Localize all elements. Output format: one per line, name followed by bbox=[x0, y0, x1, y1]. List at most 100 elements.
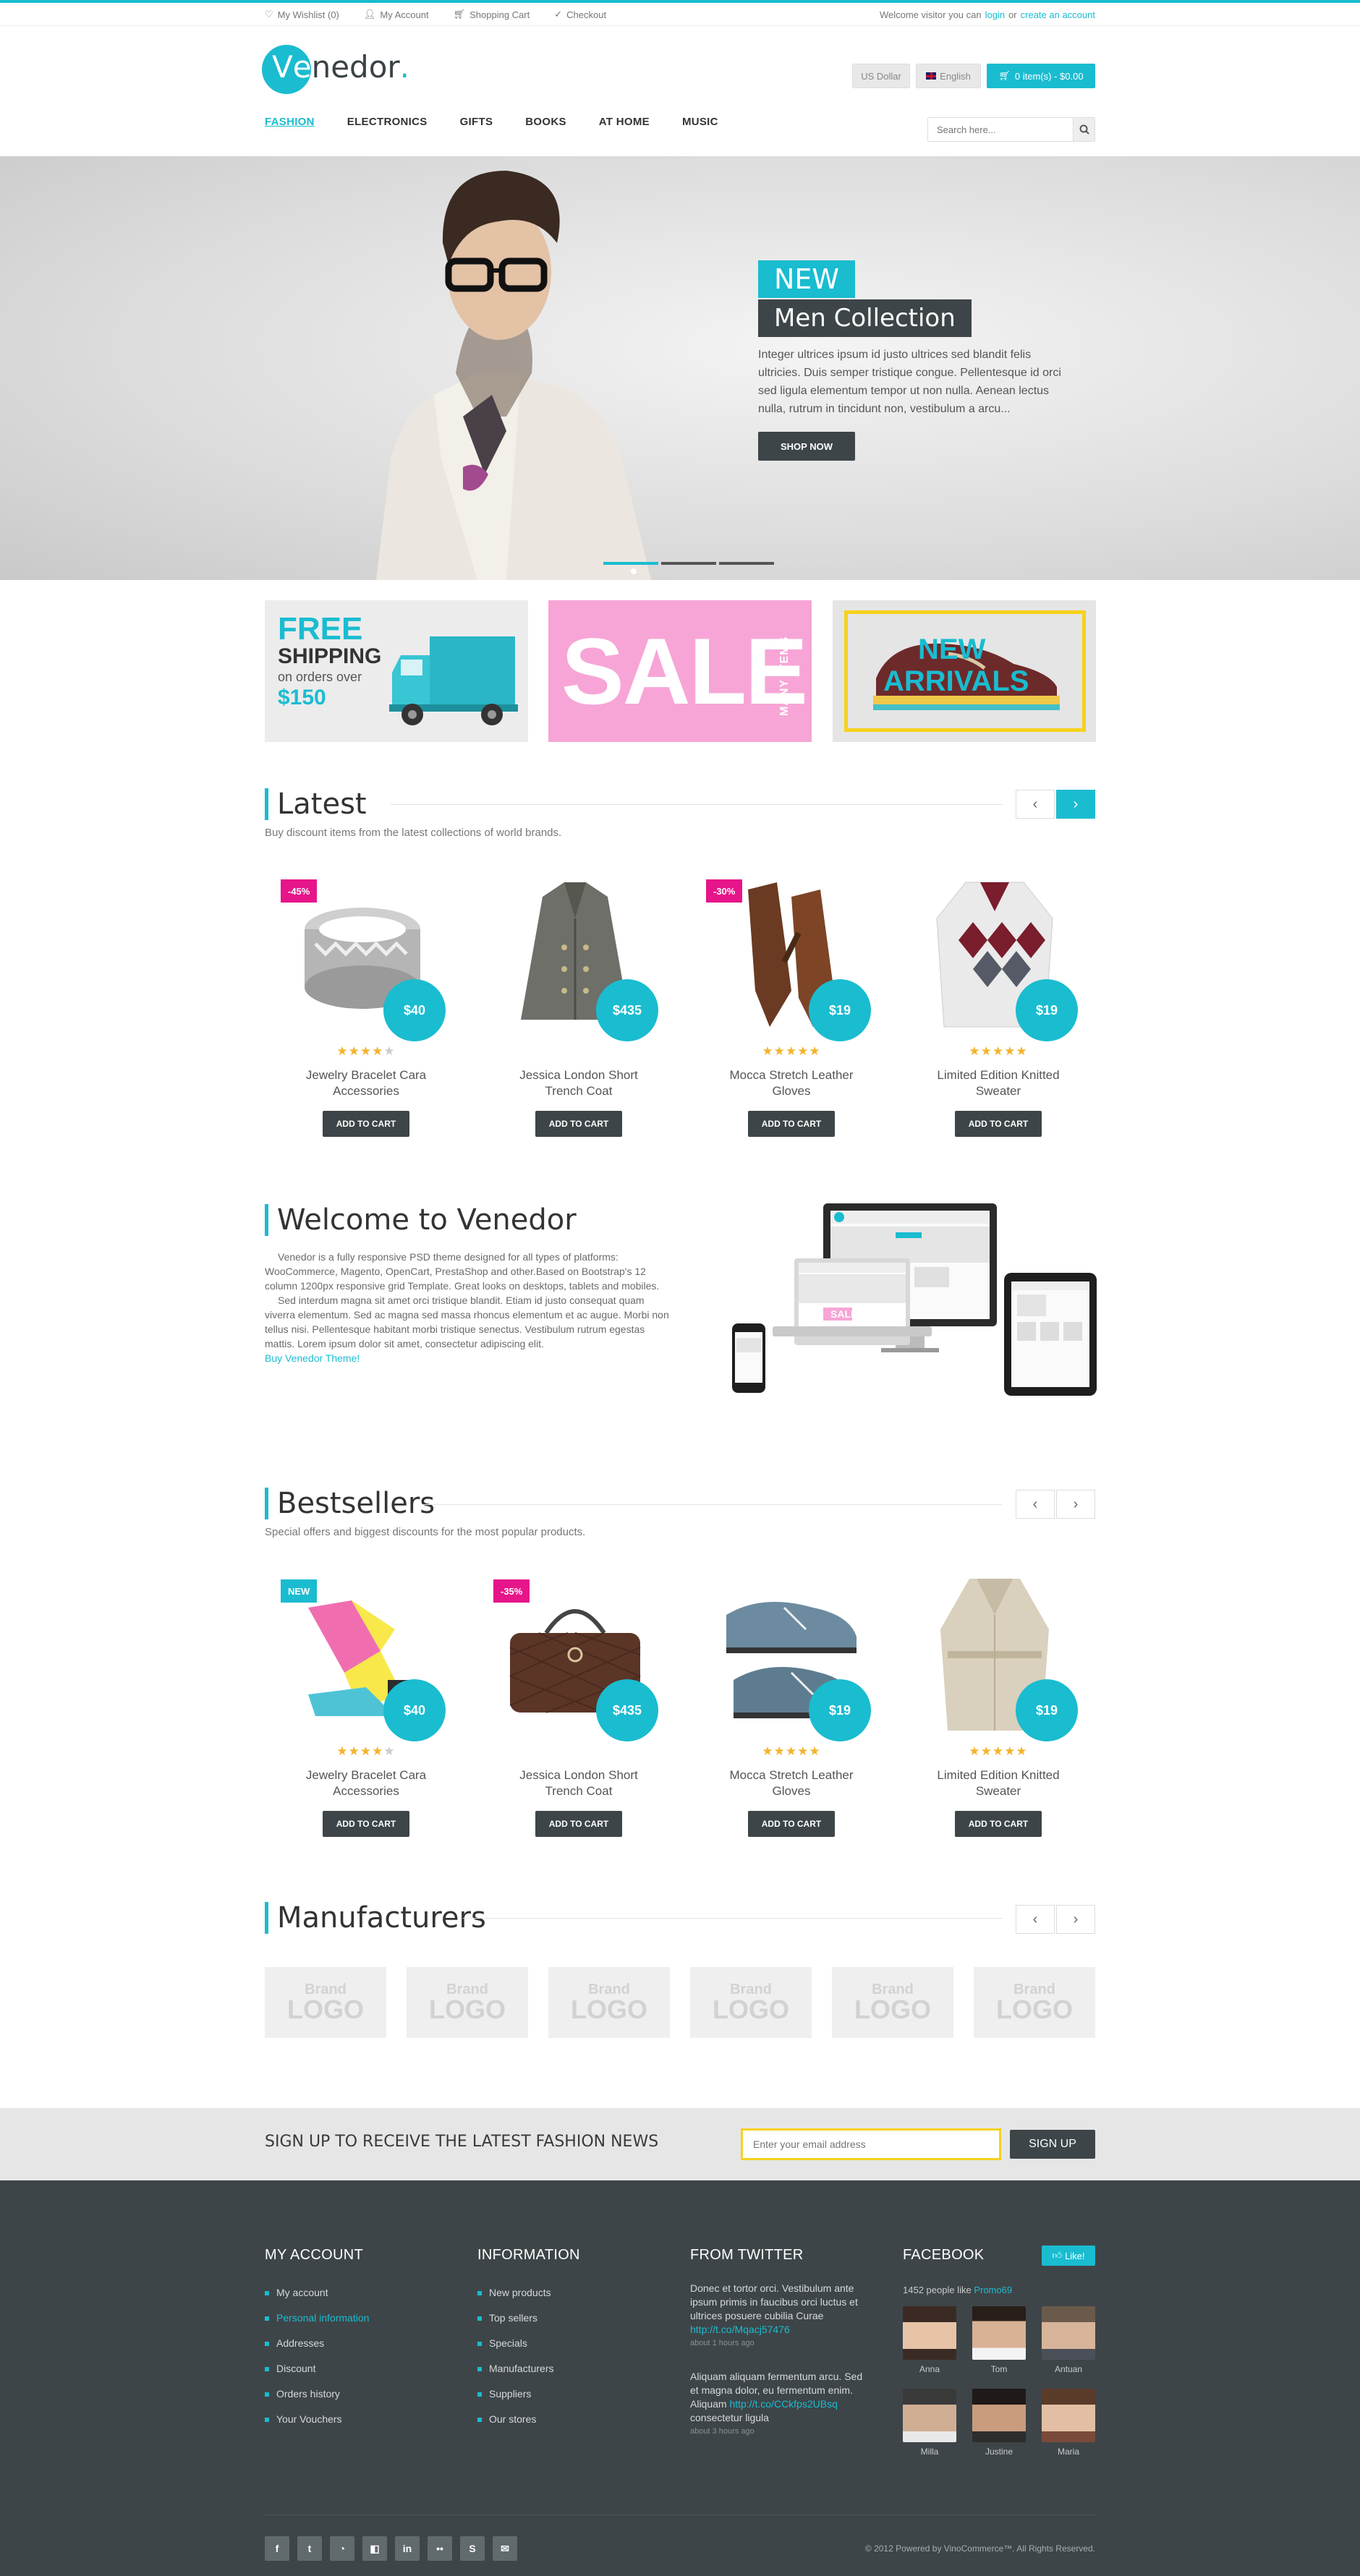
add-to-cart-button[interactable]: ADD TO CART bbox=[955, 1111, 1042, 1137]
sign-up-button[interactable]: SIGN UP bbox=[1010, 2130, 1095, 2159]
brand-logo[interactable]: Brand LOGO bbox=[832, 1967, 953, 2038]
product-name[interactable]: Limited Edition Knitted Sweater bbox=[904, 1767, 1092, 1799]
add-to-cart-button[interactable]: ADD TO CART bbox=[323, 1111, 409, 1137]
twitter-icon[interactable]: t bbox=[297, 2536, 322, 2561]
shopping-cart-link[interactable]: 🛒︎ Shopping Cart bbox=[454, 9, 530, 20]
tweet-link[interactable]: http://t.co/CCkfps2UBsq bbox=[729, 2398, 837, 2410]
facebook-like-button[interactable]: 👍︎ Like! bbox=[1042, 2246, 1095, 2266]
nav-item-fashion[interactable]: FASHION bbox=[265, 116, 315, 128]
login-link[interactable]: login bbox=[985, 9, 1005, 20]
logo-label: LOGO bbox=[854, 1995, 931, 2024]
product-card[interactable]: NEW $40 ★★★★★ Jewelry Bracelet Cara Acces… bbox=[272, 1568, 460, 1843]
brand-logo[interactable]: Brand LOGO bbox=[690, 1967, 812, 2038]
footer-link[interactable]: Suppliers bbox=[477, 2381, 553, 2407]
add-to-cart-button[interactable]: ADD TO CART bbox=[323, 1811, 409, 1837]
rss-icon[interactable]: ◔ bbox=[330, 2536, 354, 2561]
brand-logo[interactable]: Brand LOGO bbox=[548, 1967, 670, 2038]
product-name[interactable]: Mocca Stretch Leather Gloves bbox=[697, 1067, 885, 1099]
add-to-cart-button[interactable]: ADD TO CART bbox=[748, 1811, 835, 1837]
brand-logo[interactable]: Brand LOGO bbox=[265, 1967, 386, 2038]
footer-link[interactable]: Specials bbox=[477, 2331, 553, 2356]
latest-next-button[interactable]: › bbox=[1056, 790, 1095, 819]
bestsellers-next-button[interactable]: › bbox=[1056, 1490, 1095, 1519]
facebook-avatar[interactable] bbox=[972, 2306, 1026, 2360]
facebook-avatar[interactable] bbox=[972, 2389, 1026, 2442]
add-to-cart-button[interactable]: ADD TO CART bbox=[955, 1811, 1042, 1837]
newsletter-email-input[interactable] bbox=[741, 2128, 1001, 2160]
product-name[interactable]: Jewelry Bracelet Cara Accessories bbox=[272, 1767, 460, 1799]
delicious-icon[interactable]: ◧ bbox=[362, 2536, 387, 2561]
product-name[interactable]: Mocca Stretch Leather Gloves bbox=[697, 1767, 885, 1799]
product-name[interactable]: Jewelry Bracelet Cara Accessories bbox=[272, 1067, 460, 1099]
rating-stars: ★★★★★ bbox=[762, 1744, 821, 1758]
bestsellers-prev-button[interactable]: ‹ bbox=[1016, 1490, 1055, 1519]
logo[interactable]: Ve nedor. bbox=[272, 49, 409, 85]
footer-link[interactable]: Your Vouchers bbox=[265, 2407, 369, 2432]
product-card[interactable]: -35% $435 Jessica London Short Trench Coa… bbox=[485, 1568, 673, 1843]
brand-logo[interactable]: Brand LOGO bbox=[974, 1967, 1095, 2038]
footer-link[interactable]: Our stores bbox=[477, 2407, 553, 2432]
facebook-avatar[interactable] bbox=[1042, 2306, 1095, 2360]
mail-icon[interactable]: ✉ bbox=[493, 2536, 517, 2561]
search-icon bbox=[1079, 124, 1089, 135]
facebook-avatar[interactable] bbox=[1042, 2389, 1095, 2442]
footer-link[interactable]: Discount bbox=[265, 2356, 369, 2381]
manufacturers-next-button[interactable]: › bbox=[1056, 1905, 1095, 1934]
my-account-link[interactable]: 👤︎ My Account bbox=[364, 9, 429, 20]
latest-prev-button[interactable]: ‹ bbox=[1016, 790, 1055, 819]
brand-logo[interactable]: Brand LOGO bbox=[407, 1967, 528, 2038]
search-button[interactable] bbox=[1073, 118, 1095, 141]
product-name-line2: Trench Coat bbox=[545, 1084, 613, 1098]
tweet-link[interactable]: http://t.co/Mqacj57476 bbox=[690, 2323, 871, 2337]
currency-select[interactable]: US Dollar bbox=[852, 64, 910, 88]
product-name[interactable]: Jessica London Short Trench Coat bbox=[485, 1067, 673, 1099]
sale-banner[interactable]: SALE MANY ITEMS bbox=[548, 600, 812, 742]
buy-theme-link[interactable]: Buy Venedor Theme! bbox=[265, 1351, 670, 1365]
slider-pager-2[interactable] bbox=[661, 562, 716, 565]
product-card[interactable]: $19 ★★★★★ Mocca Stretch Leather Gloves AD… bbox=[697, 1568, 885, 1843]
nav-item-at-home[interactable]: AT HOME bbox=[599, 116, 650, 128]
product-card[interactable]: $19 ★★★★★ Limited Edition Knitted Sweater… bbox=[904, 1568, 1092, 1843]
product-name[interactable]: Jessica London Short Trench Coat bbox=[485, 1767, 673, 1799]
create-account-link[interactable]: create an account bbox=[1021, 9, 1095, 20]
product-card[interactable]: $19 ★★★★★ Limited Edition Knitted Sweater… bbox=[904, 868, 1092, 1143]
footer-link[interactable]: My account bbox=[265, 2280, 369, 2306]
flickr-icon[interactable]: •• bbox=[428, 2536, 452, 2561]
product-card[interactable]: -30% $19 ★★★★★ Mocca Stretch Leather Glov… bbox=[697, 868, 885, 1143]
nav-item-gifts[interactable]: GIFTS bbox=[460, 116, 493, 128]
logo-letter-e: e bbox=[292, 49, 312, 85]
facebook-icon[interactable]: f bbox=[265, 2536, 289, 2561]
free-shipping-banner[interactable]: FREE SHIPPING on orders over $150 bbox=[265, 600, 528, 742]
manufacturers-prev-button[interactable]: ‹ bbox=[1016, 1905, 1055, 1934]
footer-link[interactable]: Addresses bbox=[265, 2331, 369, 2356]
wishlist-link[interactable]: ♡ My Wishlist (0) bbox=[265, 9, 339, 20]
search-input[interactable] bbox=[928, 118, 1073, 141]
facebook-avatar[interactable] bbox=[903, 2389, 956, 2442]
new-arrivals-banner[interactable]: NEW ARRIVALS bbox=[833, 600, 1096, 742]
product-card[interactable]: -45% $40 ★★★★★ Jewelry Bracelet Cara Acce… bbox=[272, 868, 460, 1143]
footer-link[interactable]: Personal information bbox=[265, 2306, 369, 2331]
skype-icon[interactable]: S bbox=[460, 2536, 485, 2561]
footer-link[interactable]: Orders history bbox=[265, 2381, 369, 2407]
footer-link[interactable]: New products bbox=[477, 2280, 553, 2306]
shop-now-button[interactable]: SHOP NOW bbox=[758, 432, 855, 461]
product-name[interactable]: Limited Edition Knitted Sweater bbox=[904, 1067, 1092, 1099]
linkedin-icon[interactable]: in bbox=[395, 2536, 420, 2561]
add-to-cart-button[interactable]: ADD TO CART bbox=[535, 1111, 622, 1137]
add-to-cart-button[interactable]: ADD TO CART bbox=[748, 1111, 835, 1137]
header-cart-button[interactable]: 🛒︎ 0 item(s) - $0.00 bbox=[987, 64, 1095, 88]
language-select[interactable]: English bbox=[916, 64, 981, 88]
footer-link[interactable]: Manufacturers bbox=[477, 2356, 553, 2381]
nav-item-music[interactable]: MUSIC bbox=[682, 116, 718, 128]
facebook-avatar[interactable] bbox=[903, 2306, 956, 2360]
slider-pager-3[interactable] bbox=[719, 562, 774, 565]
facebook-page-link[interactable]: Promo69 bbox=[974, 2285, 1012, 2295]
footer-link[interactable]: Top sellers bbox=[477, 2306, 553, 2331]
product-card[interactable]: $435 Jessica London Short Trench Coat ADD… bbox=[485, 868, 673, 1143]
nav-item-electronics[interactable]: ELECTRONICS bbox=[347, 116, 428, 128]
nav-item-books[interactable]: BOOKS bbox=[525, 116, 566, 128]
slider-pager-1[interactable] bbox=[603, 562, 658, 565]
checkout-link[interactable]: ✓ Checkout bbox=[554, 9, 606, 20]
footer-link-label: Discount bbox=[276, 2363, 316, 2374]
add-to-cart-button[interactable]: ADD TO CART bbox=[535, 1811, 622, 1837]
